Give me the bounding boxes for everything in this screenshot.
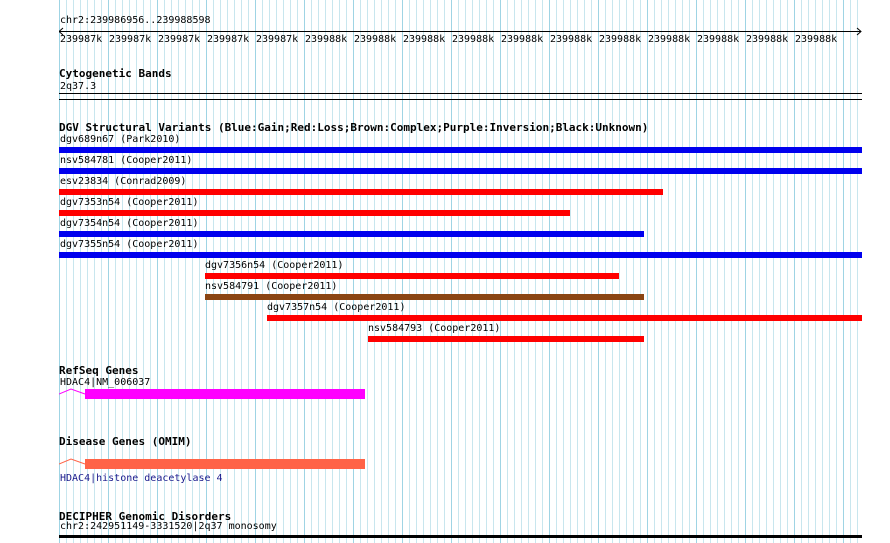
ruler-tick-label: 239988k: [550, 34, 593, 45]
ruler-tick-label: 239988k: [599, 34, 642, 45]
ruler-tick-label: 239988k: [697, 34, 740, 45]
omim-gene-bar[interactable]: [85, 459, 365, 469]
dgv-variant-label[interactable]: nsv584793 (Cooper2011): [368, 323, 500, 335]
dgv-variant-bar[interactable]: [59, 189, 663, 195]
cytoband-line-bottom: [59, 99, 862, 100]
ruler-tick-label: 239988k: [501, 34, 544, 45]
decipher-label[interactable]: chr2:242951149-3331520|2q37 monosomy: [60, 521, 277, 533]
ruler-tick-label: 239988k: [305, 34, 348, 45]
ruler-tick-label: 239987k: [207, 34, 250, 45]
ruler-tick-label: 239987k: [158, 34, 201, 45]
cytoband-label[interactable]: 2q37.3: [60, 81, 96, 93]
cytoband-line-top: [59, 93, 862, 94]
dgv-variant-bar[interactable]: [59, 147, 862, 153]
ruler-tick-label: 239988k: [795, 34, 838, 45]
dgv-variant-label[interactable]: esv23834 (Conrad2009): [60, 176, 186, 188]
decipher-bar[interactable]: [59, 535, 862, 538]
dgv-variant-label[interactable]: nsv584791 (Cooper2011): [205, 281, 337, 293]
refseq-title: RefSeq Genes: [59, 364, 139, 377]
omim-title: Disease Genes (OMIM): [59, 435, 192, 448]
ruler-tick-label: 239988k: [354, 34, 397, 45]
dgv-variant-bar[interactable]: [267, 315, 862, 321]
omim-intron-icon: [59, 458, 86, 465]
refseq-intron-icon: [59, 388, 86, 395]
dgv-variant-bar[interactable]: [59, 252, 862, 258]
ruler-location: chr2:239986956..239988598: [60, 15, 211, 26]
ruler-tick-label: 239988k: [403, 34, 446, 45]
ruler-tick-label: 239988k: [648, 34, 691, 45]
dgv-variant-bar[interactable]: [59, 168, 862, 174]
dgv-variant-label[interactable]: dgv7357n54 (Cooper2011): [267, 302, 405, 314]
ruler-tick-label: 239987k: [109, 34, 152, 45]
refseq-gene-bar[interactable]: [85, 389, 365, 399]
ruler-tick-label: 239987k: [60, 34, 103, 45]
ruler-tick-label: 239988k: [746, 34, 789, 45]
dgv-variant-label[interactable]: dgv7353n54 (Cooper2011): [60, 197, 198, 209]
dgv-variant-label[interactable]: dgv7356n54 (Cooper2011): [205, 260, 343, 272]
dgv-variant-bar[interactable]: [205, 273, 619, 279]
dgv-variant-label[interactable]: dgv7354n54 (Cooper2011): [60, 218, 198, 230]
ruler-tick-label: 239987k: [256, 34, 299, 45]
dgv-variant-bar[interactable]: [205, 294, 644, 300]
dgv-variant-label[interactable]: dgv7355n54 (Cooper2011): [60, 239, 198, 251]
dgv-variant-bar[interactable]: [59, 231, 644, 237]
dgv-title: DGV Structural Variants (Blue:Gain;Red:L…: [59, 121, 649, 134]
ruler-tick-label: 239988k: [452, 34, 495, 45]
omim-gene-label[interactable]: HDAC4|histone deacetylase 4: [60, 473, 223, 485]
cytobands-title: Cytogenetic Bands: [59, 67, 172, 80]
dgv-variant-label[interactable]: dgv689n67 (Park2010): [60, 134, 180, 146]
dgv-variant-bar[interactable]: [368, 336, 644, 342]
dgv-variant-bar[interactable]: [59, 210, 570, 216]
dgv-variant-label[interactable]: nsv584781 (Cooper2011): [60, 155, 192, 167]
